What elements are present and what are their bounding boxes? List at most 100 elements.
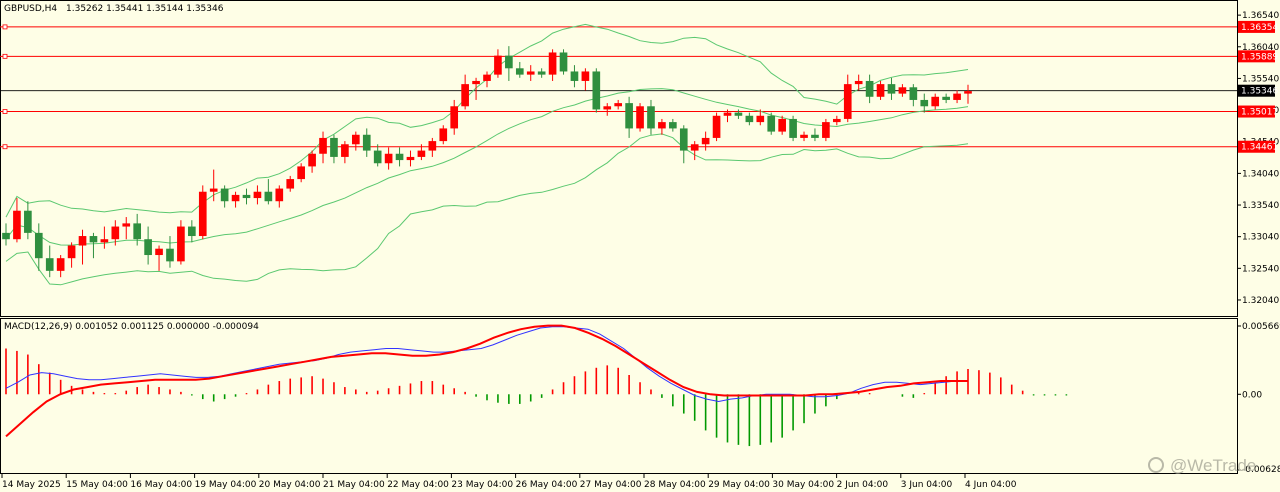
candle-body <box>122 223 131 227</box>
candle <box>865 74 874 104</box>
candle-body <box>767 115 776 132</box>
candle <box>45 245 54 278</box>
candle <box>832 115 841 126</box>
watermark: @WeTrade <box>1148 456 1256 475</box>
candle <box>483 71 491 88</box>
candle <box>177 220 185 265</box>
candle-body <box>669 122 677 129</box>
candle <box>395 147 404 167</box>
candle <box>253 185 262 205</box>
candle-body <box>515 68 524 75</box>
candle-body <box>417 150 426 157</box>
candle <box>155 245 163 271</box>
time-axis-label: 28 May 04:00 <box>644 480 706 490</box>
price-tag-label: 1.35017 <box>1241 108 1278 118</box>
price-axis-label: 1.34040 <box>1242 169 1279 179</box>
candle <box>603 103 612 116</box>
candle-body <box>843 84 852 119</box>
candle <box>461 74 469 110</box>
candle-body <box>854 80 863 85</box>
candle <box>570 65 579 88</box>
candle-body <box>679 128 688 151</box>
candle <box>537 68 546 78</box>
time-axis-label: 27 May 04:00 <box>580 480 642 490</box>
candle <box>56 255 65 278</box>
symbol-label: GBPUSD,H4 <box>4 4 57 14</box>
candle <box>100 226 109 249</box>
level-anchor[interactable] <box>2 53 8 59</box>
candle <box>439 125 448 145</box>
candle <box>231 191 240 208</box>
candle-body <box>351 134 360 145</box>
candle <box>789 115 797 142</box>
price-axis-label: 1.36540 <box>1242 11 1279 21</box>
price-panel-frame <box>0 0 1238 317</box>
candle-body <box>439 128 448 142</box>
candle <box>822 118 830 142</box>
candle <box>559 49 568 75</box>
price-tag-label: 1.34461 <box>1241 143 1278 153</box>
candle <box>658 118 666 135</box>
candle <box>767 112 776 135</box>
level-anchor[interactable] <box>2 144 8 150</box>
candle <box>275 185 284 208</box>
candle-body <box>341 144 349 157</box>
time-axis-label: 20 May 04:00 <box>259 480 321 490</box>
candle <box>494 49 502 78</box>
candle-body <box>253 191 262 199</box>
candle-body <box>362 134 371 151</box>
candle-body <box>461 84 469 107</box>
candle-body <box>144 239 152 256</box>
trading-chart[interactable]: 1.365401.360401.355401.350401.345401.340… <box>0 0 1280 492</box>
candle-body <box>800 134 808 138</box>
price-axis-label: 1.33040 <box>1242 233 1279 243</box>
candle-body <box>406 156 415 161</box>
candle-body <box>789 118 797 138</box>
watermark-logo-icon <box>1148 457 1164 473</box>
candle <box>745 112 754 126</box>
candle-body <box>614 103 623 107</box>
candle-body <box>526 71 535 75</box>
candle-body <box>942 96 950 100</box>
candle <box>898 84 907 97</box>
time-axis-label: 19 May 04:00 <box>195 480 257 490</box>
level-anchor[interactable] <box>2 109 8 114</box>
candle-body <box>559 52 568 72</box>
candle-body <box>548 52 557 75</box>
candle <box>669 118 677 132</box>
watermark-text: @WeTrade <box>1170 456 1256 475</box>
band-upper <box>5 23 969 218</box>
candlesticks <box>2 46 972 278</box>
macd-axis-label: 0.005669 <box>1242 322 1280 332</box>
candle-body <box>67 245 76 259</box>
candle <box>428 137 437 157</box>
price-axis-label: 1.35540 <box>1242 74 1279 84</box>
candle <box>384 147 393 170</box>
candle-body <box>603 106 612 110</box>
price-tag-label: 1.35346 <box>1241 87 1278 97</box>
candle <box>297 163 305 183</box>
candle-body <box>264 191 273 202</box>
candle <box>843 74 852 123</box>
candle <box>647 99 655 135</box>
candle <box>351 131 360 151</box>
time-axis-label: 21 May 04:00 <box>323 480 385 490</box>
candle <box>625 96 633 138</box>
horizontal-levels[interactable] <box>0 24 1237 150</box>
level-anchor[interactable] <box>2 24 8 30</box>
candle-body <box>570 71 579 81</box>
candle <box>581 68 590 91</box>
candle <box>734 109 743 119</box>
candle <box>690 141 699 161</box>
candle-body <box>909 87 918 100</box>
candle <box>220 185 229 208</box>
candle-body <box>887 84 896 94</box>
candle-body <box>581 71 590 81</box>
time-axis-label: 26 May 04:00 <box>516 480 578 490</box>
candle <box>472 77 480 100</box>
candle <box>515 61 524 78</box>
candle-body <box>275 188 284 202</box>
candle-body <box>690 144 699 151</box>
candle-body <box>428 141 437 151</box>
candle-body <box>811 134 819 138</box>
